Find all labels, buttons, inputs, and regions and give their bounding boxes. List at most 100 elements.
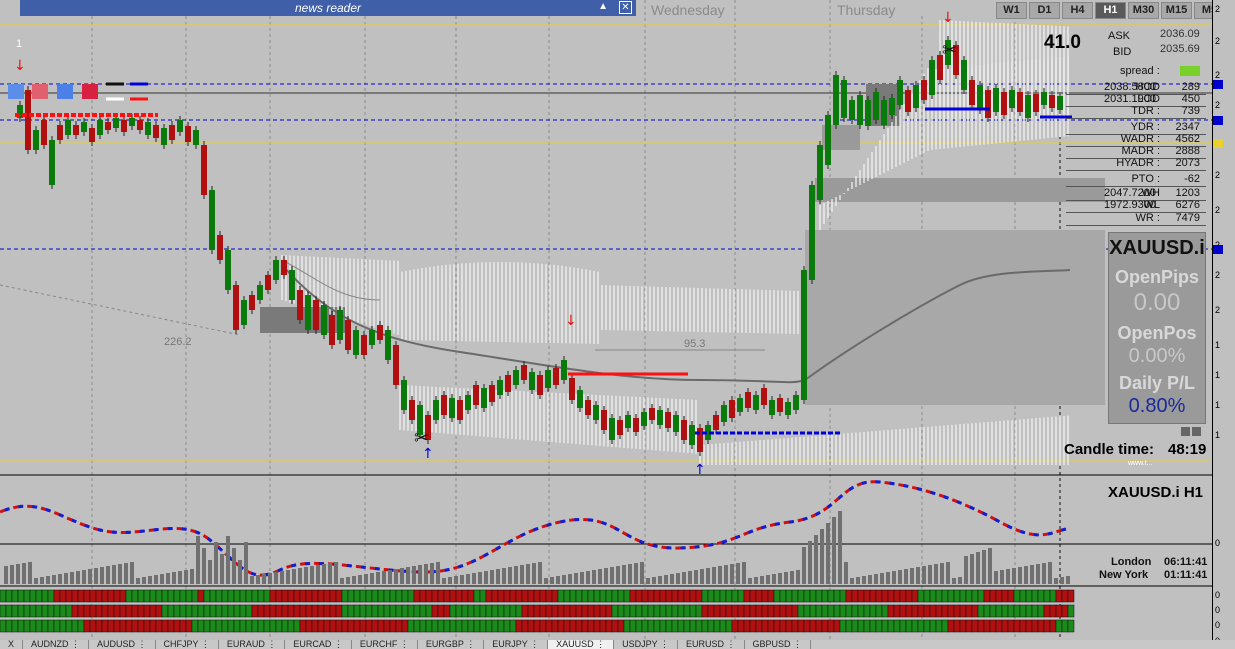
signal-cell — [431, 604, 439, 618]
chart-window[interactable]: ↓ ↓ ↓ ↑ ↑ ✂ ✂ news reader ▲ ✕ Wednesday … — [0, 0, 1235, 649]
candle-body — [313, 300, 319, 330]
volume-bar — [22, 563, 26, 584]
signal-cell — [0, 604, 7, 618]
ask-value: 2036.09 — [1160, 28, 1200, 40]
signal-cell — [323, 604, 331, 618]
symbol-tab-x[interactable]: X — [0, 640, 24, 649]
timeframe-w1[interactable]: W1 — [996, 2, 1027, 19]
volume-bar — [478, 572, 482, 584]
candle-body — [161, 128, 167, 145]
candle-body — [569, 378, 575, 400]
volume-bar — [304, 567, 308, 584]
signal-cell — [221, 604, 229, 618]
symbol-tab-xauusd[interactable]: XAUUSD ⋮ — [548, 640, 615, 649]
candle-body — [721, 405, 727, 422]
volume-bar — [1012, 568, 1016, 584]
candle-body — [513, 370, 519, 385]
volume-bar — [880, 573, 884, 584]
news-reader-bar[interactable]: news reader ▲ ✕ — [20, 0, 636, 16]
volume-bar — [538, 562, 542, 584]
volume-bar — [766, 575, 770, 584]
symbol-tab-chfjpy[interactable]: CHFJPY ⋮ — [156, 640, 219, 649]
timeframe-h1[interactable]: H1 — [1095, 2, 1126, 19]
timeframe-m15[interactable]: M15 — [1161, 2, 1192, 19]
signal-cell — [65, 589, 73, 603]
signal-cell — [479, 589, 487, 603]
panel-button[interactable] — [1181, 427, 1190, 436]
volume-bar — [772, 574, 776, 584]
candle-body — [361, 335, 367, 355]
signal-cell — [905, 589, 913, 603]
volume-bar — [670, 574, 674, 584]
symbol-tab-eurchf[interactable]: EURCHF ⋮ — [352, 640, 418, 649]
symbol-tab-audnzd[interactable]: AUDNZD ⋮ — [23, 640, 90, 649]
candle-body — [713, 415, 719, 430]
signal-cell — [935, 589, 943, 603]
signal-cell — [875, 604, 883, 618]
volume-bar — [706, 568, 710, 584]
volume-bar — [856, 577, 860, 584]
symbol-tab-eurcad[interactable]: EURCAD ⋮ — [285, 640, 352, 649]
signal-cell — [731, 604, 739, 618]
signal-cell — [785, 604, 793, 618]
volume-bar — [700, 569, 704, 584]
volume-bar — [946, 562, 950, 584]
signal-cell — [221, 619, 229, 633]
signal-cell — [647, 619, 655, 633]
symbol-tab-euraud[interactable]: EURAUD ⋮ — [219, 640, 286, 649]
signal-cell — [791, 619, 799, 633]
day-label-thursday: Thursday — [837, 2, 896, 18]
signal-cell — [53, 589, 61, 603]
signal-cell — [929, 589, 937, 603]
signal-cell — [449, 619, 457, 633]
signal-cell — [995, 604, 1003, 618]
symbol-tab-audusd[interactable]: AUDUSD ⋮ — [89, 640, 156, 649]
open-pips-value: 0.00 — [1133, 289, 1181, 316]
signal-cell — [455, 589, 463, 603]
signal-cell — [923, 604, 931, 618]
symbol-tab-eurusd[interactable]: EURUSD ⋮ — [678, 640, 745, 649]
panel-button[interactable] — [1192, 427, 1201, 436]
signal-cell — [5, 589, 13, 603]
collapse-icon[interactable]: ▲ — [598, 1, 608, 12]
signal-cell — [773, 589, 781, 603]
volume-bar — [688, 571, 692, 584]
signal-cell — [125, 619, 133, 633]
signal-cell — [251, 589, 259, 603]
timeframe-d1[interactable]: D1 — [1029, 2, 1060, 19]
signal-cell — [209, 619, 217, 633]
signal-cell — [341, 604, 349, 618]
symbol-tab-eurgbp[interactable]: EURGBP ⋮ — [418, 640, 485, 649]
signal-cell — [917, 604, 925, 618]
signal-cell — [833, 619, 841, 633]
signal-cell — [683, 619, 691, 633]
timeframe-h4[interactable]: H4 — [1062, 2, 1093, 19]
signal-cell — [695, 619, 703, 633]
close-icon[interactable]: ✕ — [619, 1, 632, 14]
volume-bar — [664, 575, 668, 584]
price-chart[interactable]: ↓ ↓ ↓ ↑ ↑ ✂ ✂ — [0, 0, 1212, 649]
signal-cell — [869, 589, 877, 603]
signal-cell — [623, 589, 631, 603]
timeframe-m30[interactable]: M30 — [1128, 2, 1159, 19]
candle-body — [401, 380, 407, 410]
volume-bar — [862, 576, 866, 584]
volume-bar — [1054, 578, 1058, 584]
signal-cell — [653, 604, 661, 618]
signal-cell — [551, 619, 559, 633]
symbol-tab-gbpusd[interactable]: GBPUSD ⋮ — [745, 640, 812, 649]
candle-body — [321, 305, 327, 335]
signal-cell — [1037, 604, 1045, 618]
signal-cell — [425, 619, 433, 633]
volume-bar — [742, 562, 746, 584]
candle-body — [113, 118, 119, 128]
volume-bar — [88, 569, 92, 584]
signal-cell — [65, 604, 73, 618]
signal-cell — [17, 619, 25, 633]
signal-cell — [905, 619, 913, 633]
symbol-tab-usdjpy[interactable]: USDJPY ⋮ — [614, 640, 678, 649]
signal-cell — [563, 619, 571, 633]
volume-bar — [676, 573, 680, 584]
price-axis[interactable]: 2222222222111100000 — [1212, 0, 1235, 649]
symbol-tab-eurjpy[interactable]: EURJPY ⋮ — [484, 640, 549, 649]
